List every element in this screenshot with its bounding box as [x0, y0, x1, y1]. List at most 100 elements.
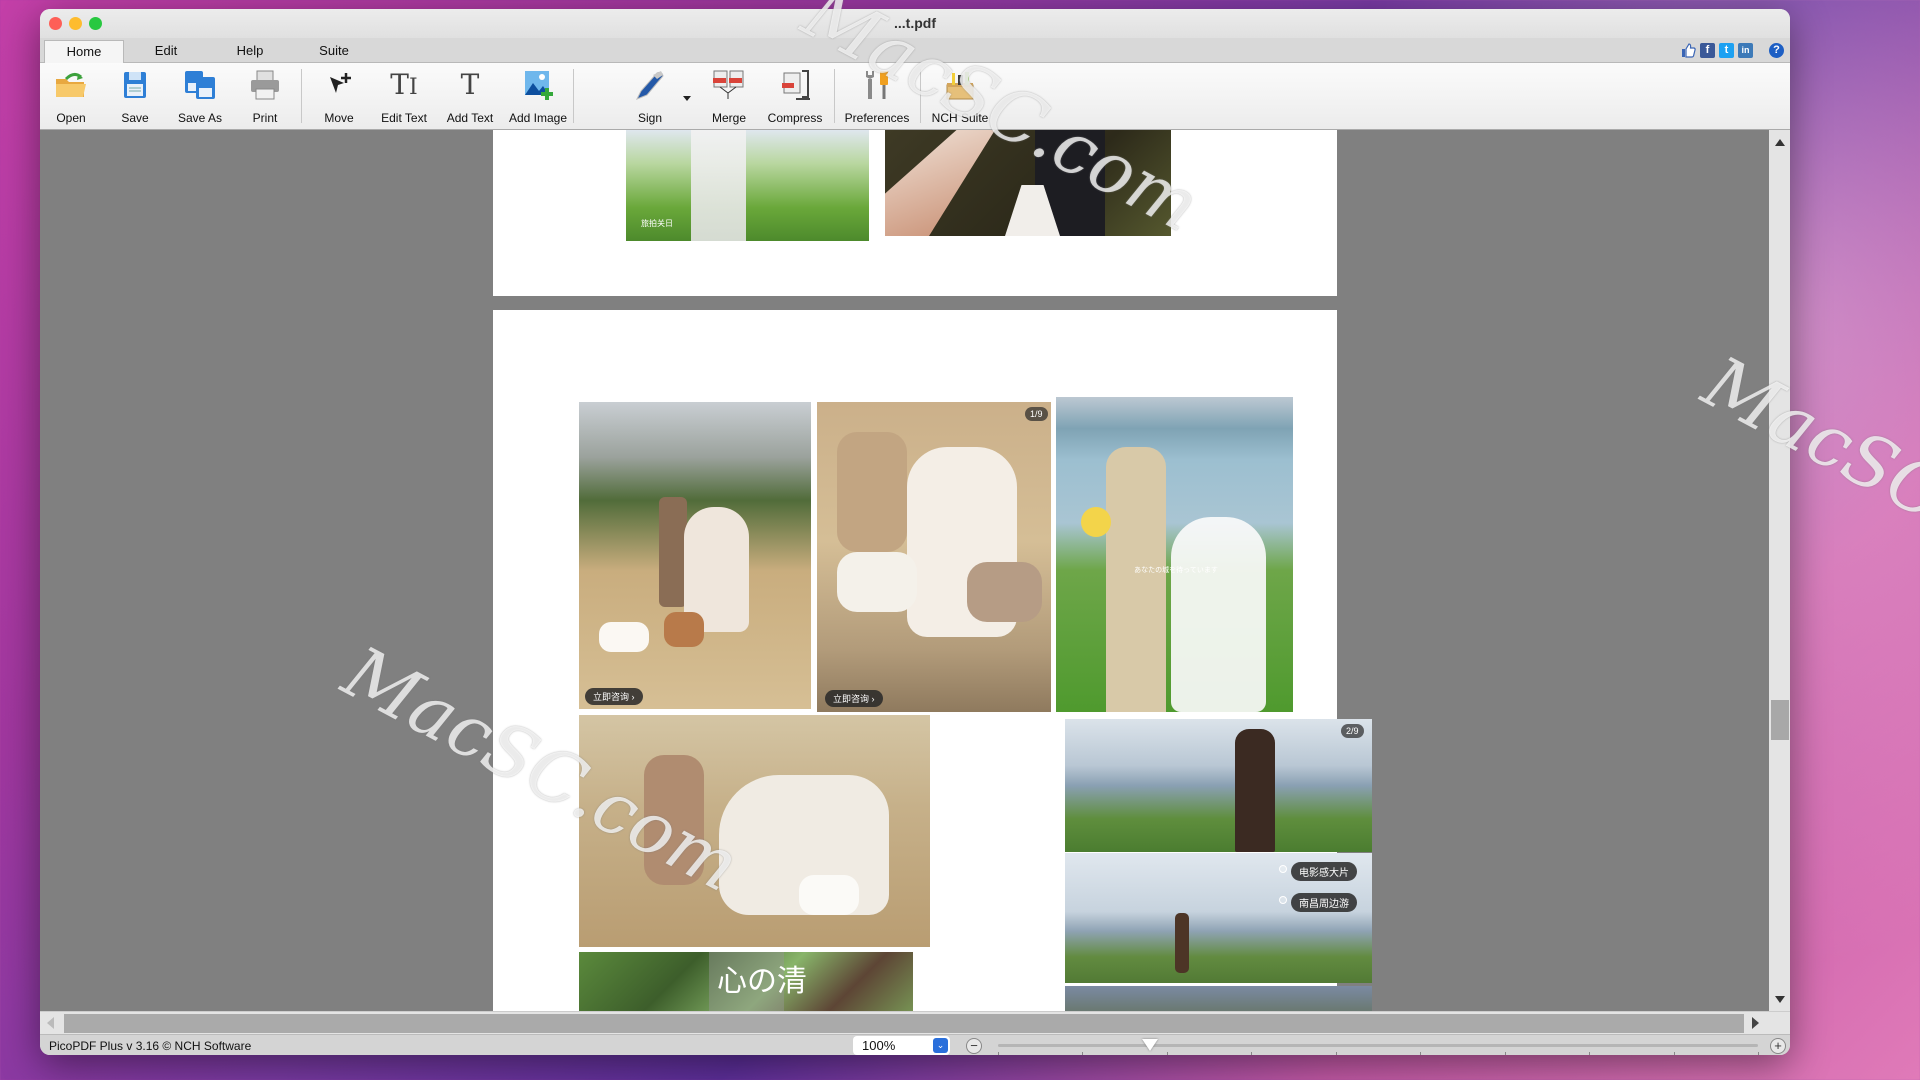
photo-lake-girl: 2/9: [1065, 719, 1372, 852]
photo-caption: あなたの城を待っています: [1134, 567, 1218, 574]
status-bar: PicoPDF Plus v 3.16 © NCH Software 100% …: [40, 1034, 1790, 1055]
zoom-select[interactable]: 100% ⌄: [853, 1036, 950, 1055]
pdf-page-1: 旅拍关日: [493, 130, 1337, 296]
scroll-left-arrow-icon[interactable]: [47, 1017, 54, 1029]
photo-forest-text: 心の清: [579, 952, 913, 1011]
print-label: Print: [252, 111, 278, 125]
zoom-value: 100%: [862, 1038, 896, 1053]
photo-couple-sitting-goats: 1/9 立即咨询 ›: [817, 402, 1051, 712]
nch-suite-label: NCH Suite: [931, 111, 989, 125]
zoom-slider-tick: [1251, 1052, 1253, 1055]
compress-label: Compress: [767, 111, 823, 125]
thumbs-up-icon[interactable]: [1681, 43, 1696, 58]
photo-caption: 旅拍关日: [641, 219, 673, 228]
zoom-slider-tick: [1504, 1052, 1506, 1055]
edit-text-label: Edit Text: [381, 111, 427, 125]
consult-chip[interactable]: 立即咨询 ›: [825, 690, 883, 707]
tab-suite[interactable]: Suite: [304, 40, 364, 62]
ribbon-tabs: Home Edit Help Suite f t in ?: [40, 38, 1790, 64]
tab-home[interactable]: Home: [44, 40, 124, 64]
scroll-right-arrow-icon[interactable]: [1752, 1017, 1759, 1029]
photo-overlay-text: 心の清: [717, 964, 807, 999]
scroll-up-arrow-icon[interactable]: [1775, 139, 1785, 146]
dropdown-arrow-icon: [683, 96, 691, 101]
edit-text-icon: TI: [390, 68, 418, 101]
sign-button[interactable]: Sign: [624, 63, 676, 129]
page-counter-badge: 2/9: [1341, 724, 1364, 738]
merge-label: Merge: [711, 111, 746, 125]
add-text-icon: T: [460, 68, 480, 101]
sign-dropdown-button[interactable]: [680, 63, 694, 129]
merge-pdf-icon: [712, 69, 746, 101]
pdf-page-2: 立即咨询 › 1/9 立即咨询 › あなたの城を待っています 2/9 电影感大片…: [493, 310, 1372, 1011]
page-counter-badge: 1/9: [1025, 407, 1048, 421]
horizontal-scrollbar[interactable]: [40, 1011, 1790, 1035]
app-window: ...t.pdf Home Edit Help Suite f t in ? O…: [40, 9, 1790, 1055]
vertical-scrollbar[interactable]: [1769, 130, 1790, 1011]
zoom-slider-tick: [1673, 1052, 1675, 1055]
photo-bottom-lake: [1065, 986, 1372, 1011]
horizontal-scroll-thumb[interactable]: [64, 1014, 1744, 1033]
zoom-dropdown-chevron-icon[interactable]: ⌄: [933, 1038, 948, 1053]
zoom-slider-tick: [1166, 1052, 1168, 1055]
add-image-button[interactable]: Add Image: [503, 63, 573, 129]
zoom-slider-tick: [998, 1052, 999, 1055]
scroll-down-arrow-icon[interactable]: [1775, 996, 1785, 1003]
photo-couple-veil: [885, 130, 1171, 236]
preferences-label: Preferences: [844, 111, 910, 125]
zoom-slider[interactable]: [998, 1039, 1759, 1055]
zoom-slider-tick: [1589, 1052, 1591, 1055]
open-label: Open: [56, 111, 86, 125]
add-text-label: Add Text: [446, 111, 494, 125]
toolbar-separator: [573, 69, 574, 123]
toolbar: Open Save Save As Print Move TI Edit Tex…: [40, 63, 1790, 130]
vertical-scroll-thumb[interactable]: [1771, 700, 1789, 740]
photo-lake-sheep: 电影感大片 南昌周边游: [1065, 853, 1372, 983]
toolbar-separator: [301, 69, 302, 123]
toolbar-separator: [834, 69, 835, 123]
photo-couple-lakeside: あなたの城を待っています: [1056, 397, 1293, 712]
linkedin-icon[interactable]: in: [1738, 43, 1753, 58]
merge-button[interactable]: Merge: [704, 63, 754, 129]
save-label: Save: [121, 111, 149, 125]
zoom-in-button[interactable]: +: [1770, 1038, 1786, 1054]
wrench-screwdriver-icon: [860, 69, 894, 101]
printer-icon: [248, 69, 282, 101]
facebook-icon[interactable]: f: [1700, 43, 1715, 58]
nch-suite-box-icon: [943, 69, 977, 101]
document-canvas[interactable]: 旅拍关日 立即咨询 › 1/9 立即咨询 › あなたの城を待っています 2/9 …: [40, 130, 1769, 1011]
add-text-button[interactable]: T Add Text: [440, 63, 500, 129]
zoom-slider-tick: [1758, 1052, 1759, 1055]
tab-help[interactable]: Help: [220, 40, 280, 62]
save-disk-icon: [118, 69, 152, 101]
zoom-slider-thumb[interactable]: [1142, 1039, 1158, 1051]
consult-chip[interactable]: 立即咨询 ›: [585, 688, 643, 705]
save-as-button[interactable]: Save As: [170, 63, 230, 129]
save-as-label: Save As: [177, 111, 223, 125]
tag-chip-cinematic[interactable]: 电影感大片: [1291, 862, 1357, 881]
add-image-icon: [521, 69, 555, 101]
title-bar: ...t.pdf: [40, 9, 1790, 38]
version-text: PicoPDF Plus v 3.16 © NCH Software: [49, 1039, 252, 1053]
move-button[interactable]: Move: [314, 63, 364, 129]
add-image-label: Add Image: [508, 111, 568, 125]
print-button[interactable]: Print: [240, 63, 290, 129]
edit-text-button[interactable]: TI Edit Text: [374, 63, 434, 129]
tag-chip-nanchang[interactable]: 南昌周边游: [1291, 893, 1357, 912]
save-button[interactable]: Save: [110, 63, 160, 129]
photo-couple-goats-field: 立即咨询 ›: [579, 402, 811, 709]
compress-clamp-icon: [778, 69, 812, 101]
nch-suite-button[interactable]: NCH Suite: [928, 63, 992, 129]
preferences-button[interactable]: Preferences: [842, 63, 912, 129]
zoom-out-button[interactable]: −: [966, 1038, 982, 1054]
open-button[interactable]: Open: [46, 63, 96, 129]
photo-couple-crouching: [579, 715, 930, 947]
compress-button[interactable]: Compress: [764, 63, 826, 129]
open-folder-icon: [54, 69, 88, 101]
zoom-slider-tick: [1335, 1052, 1337, 1055]
tab-edit[interactable]: Edit: [136, 40, 196, 62]
help-icon[interactable]: ?: [1769, 43, 1784, 58]
zoom-slider-tick: [1082, 1052, 1084, 1055]
twitter-icon[interactable]: t: [1719, 43, 1734, 58]
save-as-icon: [183, 69, 217, 101]
